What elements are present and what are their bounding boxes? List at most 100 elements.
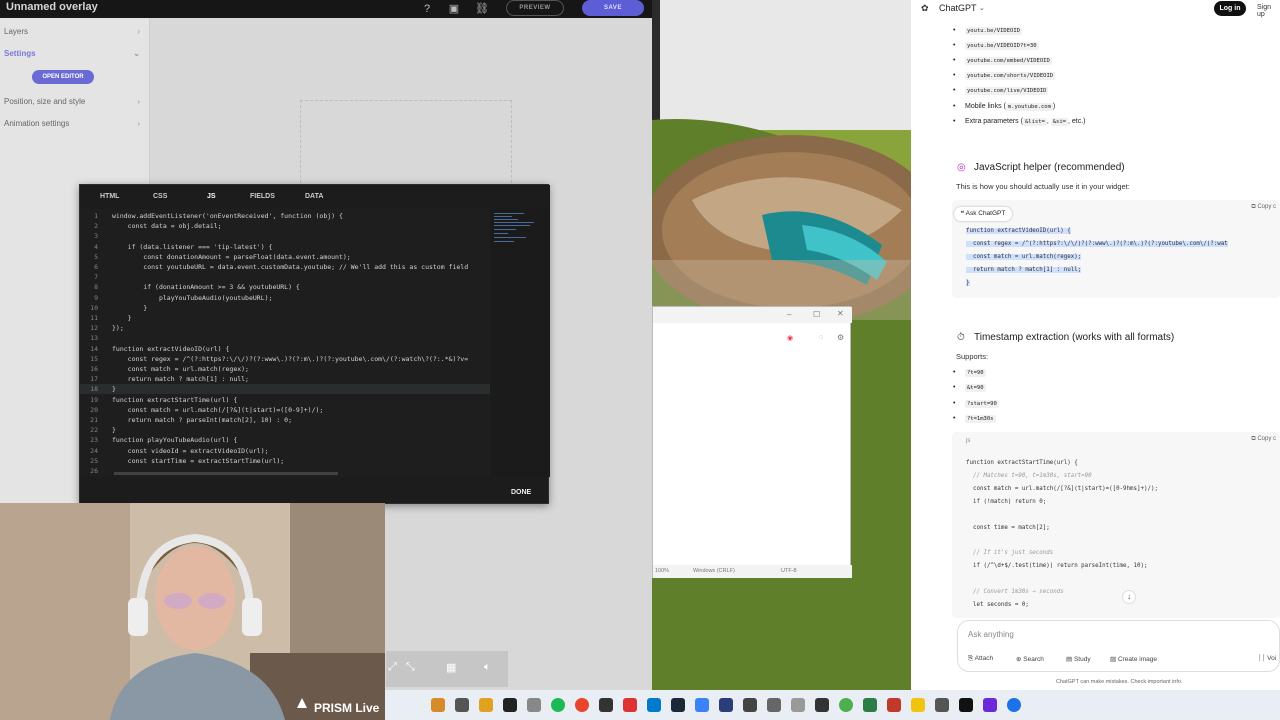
code-line[interactable]: 19 function extractStartTime(url) { — [80, 395, 490, 405]
taskbar-app-icon[interactable] — [527, 698, 541, 712]
vscode-icon[interactable] — [647, 698, 661, 712]
code-text-area[interactable]: 1 window.addEventListener('onEventReceive… — [80, 209, 490, 477]
code-line[interactable]: 22} — [80, 425, 490, 435]
taskbar-app-icon[interactable] — [863, 698, 877, 712]
code-line[interactable]: let seconds = 0; — [966, 602, 1029, 608]
settings-gear-icon[interactable]: ⚙ — [837, 333, 844, 342]
copy-code-button[interactable]: ⧉ Copy c — [1251, 436, 1276, 443]
account-icon[interactable]: ◌ — [819, 334, 823, 341]
attach-button[interactable]: ⎘ Attach — [968, 655, 993, 663]
taskbar-app-icon[interactable] — [767, 698, 781, 712]
code-line[interactable]: 8 if (donationAmount >= 3 && youtubeURL)… — [80, 282, 490, 292]
minimize-icon[interactable]: – — [787, 310, 791, 319]
maximize-icon[interactable]: ☐ — [813, 310, 820, 319]
code-line[interactable]: 6 const youtubeURL = data.event.customDa… — [80, 262, 490, 272]
code-line[interactable]: const time = match[2]; — [966, 525, 1050, 531]
steam-icon[interactable] — [671, 698, 685, 712]
code-line[interactable]: function extractVideoID(url) { — [966, 228, 1071, 234]
login-button[interactable]: Log in — [1214, 1, 1246, 16]
sidebar-item-animation[interactable]: Animation settings › — [0, 114, 150, 134]
code-line[interactable]: 2 const data = obj.detail; — [80, 221, 490, 231]
voice-button[interactable]: ⏐⏐ Voi — [1258, 655, 1276, 663]
code-line[interactable]: 16 const match = url.match(regex); — [80, 364, 490, 374]
tab-data[interactable]: DATA — [305, 193, 323, 200]
sidebar-item-position[interactable]: Position, size and style › — [0, 92, 150, 112]
tab-js[interactable]: JS — [207, 193, 216, 200]
code-line[interactable]: function extractStartTime(url) { — [966, 460, 1078, 466]
tab-html[interactable]: HTML — [100, 193, 119, 200]
taskbar-app-icon[interactable] — [743, 698, 757, 712]
taskbar-app-icon[interactable] — [695, 698, 709, 712]
taskbar-app-icon[interactable] — [719, 698, 733, 712]
ask-chatgpt-button[interactable]: ❝ Ask ChatGPT — [954, 207, 1012, 221]
notepad-window[interactable]: – ☐ ✕ ◉ ◌ ⚙ 100% Windows (CRLF) UTF-8 — [652, 306, 852, 578]
spotify-icon[interactable] — [551, 698, 565, 712]
taskbar-app-icon[interactable] — [1007, 698, 1021, 712]
code-line[interactable]: 1 window.addEventListener('onEventReceive… — [80, 211, 490, 221]
taskbar-app-icon[interactable] — [503, 698, 517, 712]
code-line[interactable]: 18} — [80, 384, 490, 395]
taskbar-app-icon[interactable] — [887, 698, 901, 712]
tab-fields[interactable]: FIELDS — [250, 193, 275, 200]
model-selector[interactable]: ChatGPT — [939, 3, 977, 13]
code-horizontal-scrollbar[interactable] — [114, 472, 338, 475]
done-button[interactable]: DONE — [511, 489, 531, 496]
code-line[interactable]: 12}); — [80, 323, 490, 333]
scroll-down-button[interactable]: ↓ — [1122, 590, 1136, 604]
copilot-icon[interactable]: ◉ — [787, 334, 793, 342]
grid-icon[interactable]: ▦ — [446, 661, 456, 674]
code-line[interactable]: 5 const donationAmount = parseFloat(data… — [80, 252, 490, 262]
sidebar-item-layers[interactable]: Layers › — [0, 22, 150, 42]
code-line[interactable]: 11 } — [80, 313, 490, 323]
study-button[interactable]: ▤ Study — [1066, 655, 1091, 663]
expand-icon[interactable]: ⤢ — [388, 661, 397, 674]
code-line[interactable]: 3 — [80, 231, 490, 241]
link-icon[interactable]: ⛓ — [475, 2, 489, 16]
code-line[interactable]: const regex = /^(?:https?:\/\/)?(?:www\.… — [966, 241, 1228, 247]
taskbar-app-icon[interactable] — [839, 698, 853, 712]
firefox-icon[interactable] — [575, 698, 589, 712]
create-image-button[interactable]: ▨ Create image — [1110, 655, 1157, 663]
help-icon[interactable]: ? — [420, 2, 434, 16]
copy-code-button[interactable]: ⧉ Copy c — [1251, 204, 1276, 211]
code-line[interactable]: 23 function playYouTubeAudio(url) { — [80, 435, 490, 445]
code-line[interactable]: 25 const startTime = extractStartTime(ur… — [80, 456, 490, 466]
code-line[interactable]: } — [966, 280, 970, 286]
taskbar-app-icon[interactable] — [959, 698, 973, 712]
taskbar-app-icon[interactable] — [983, 698, 997, 712]
code-line[interactable]: const match = url.match(regex); — [966, 254, 1082, 260]
code-line[interactable]: // Convert 1m30s → seconds — [966, 589, 1064, 595]
code-line[interactable]: const match = url.match(/[?&](t|start)=(… — [966, 486, 1158, 492]
taskbar-app-icon[interactable] — [623, 698, 637, 712]
code-line[interactable]: if (!match) return 0; — [966, 499, 1046, 505]
taskbar-app-icon[interactable] — [479, 698, 493, 712]
code-line[interactable]: 21 return match ? parseInt(match[2], 10)… — [80, 415, 490, 425]
save-button[interactable]: SAVE — [582, 0, 644, 16]
code-line[interactable]: // If it's just seconds — [966, 550, 1053, 556]
code-minimap[interactable] — [490, 209, 550, 477]
code-line[interactable]: 14 function extractVideoID(url) { — [80, 344, 490, 354]
code-line[interactable]: 24 const videoId = extractVideoID(url); — [80, 446, 490, 456]
code-line[interactable]: 20 const match = url.match(/[?&](t|start… — [80, 405, 490, 415]
signup-button[interactable]: Sign up — [1257, 4, 1280, 18]
close-icon[interactable]: ✕ — [837, 309, 844, 318]
code-line[interactable]: return match ? match[1] : null; — [966, 267, 1082, 273]
sidebar-item-settings[interactable]: Settings ⌄ — [0, 44, 150, 64]
search-button[interactable]: ⊕ Search — [1016, 655, 1044, 663]
chat-input-box[interactable]: Ask anything ⎘ Attach ⊕ Search ▤ Study ▨… — [957, 620, 1280, 672]
openai-logo-icon[interactable]: ✿ — [921, 3, 929, 14]
taskbar-app-icon[interactable] — [791, 698, 805, 712]
code-line[interactable]: 7 — [80, 272, 490, 282]
taskbar-app-icon[interactable] — [815, 698, 829, 712]
open-editor-button[interactable]: OPEN EDITOR — [32, 70, 94, 84]
taskbar-app-icon[interactable] — [455, 698, 469, 712]
code-line[interactable]: 9 playYouTubeAudio(youtubeURL); — [80, 293, 490, 303]
shrink-icon[interactable]: ⤡ — [406, 661, 415, 674]
taskbar-app-icon[interactable] — [599, 698, 613, 712]
code-line[interactable]: 10 } — [80, 303, 490, 313]
code-line[interactable]: // Matches t=90, t=1m30s, start=90 — [966, 473, 1092, 479]
overlay-title[interactable]: Unnamed overlay — [6, 1, 98, 13]
code-block[interactable]: js ⧉ Copy c function extractStartTime(ur… — [952, 432, 1280, 618]
code-line[interactable]: 17 return match ? match[1] : null; — [80, 374, 490, 384]
chat-input-placeholder[interactable]: Ask anything — [968, 630, 1014, 639]
